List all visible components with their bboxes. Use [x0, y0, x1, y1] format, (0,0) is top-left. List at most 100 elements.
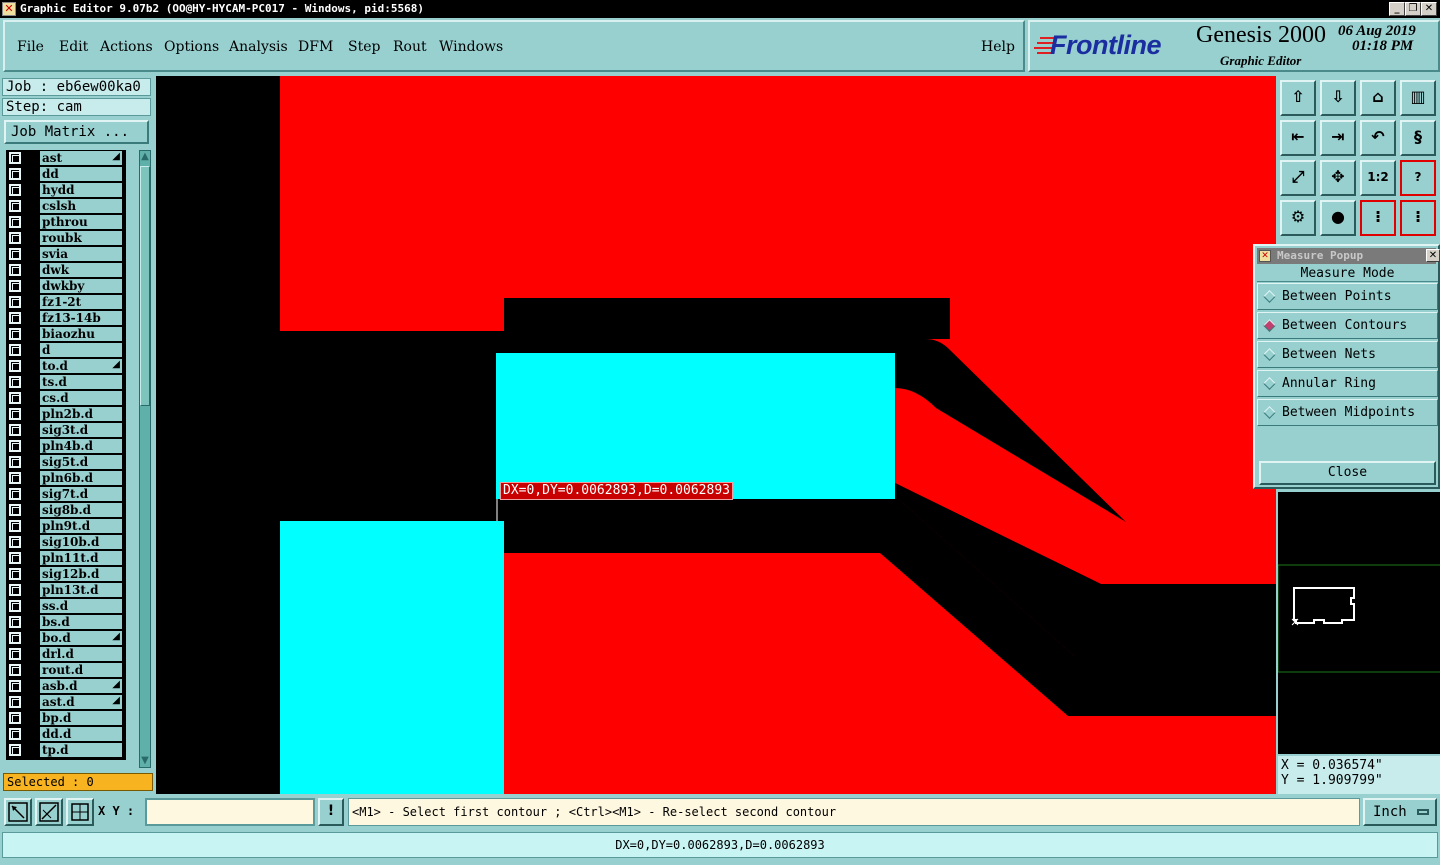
layer-row[interactable]: hydd [6, 182, 126, 198]
layer-checkbox[interactable] [9, 680, 21, 692]
layer-name[interactable]: cs.d [40, 391, 122, 406]
graphic-canvas[interactable]: DX=0,DY=0.0062893,D=0.0062893 [156, 76, 1276, 794]
layer-name[interactable]: sig3t.d [40, 423, 122, 438]
menu-file[interactable]: File [17, 39, 44, 55]
layer-checkbox[interactable] [9, 664, 21, 676]
layer-row[interactable]: dd [6, 166, 126, 182]
menu-actions[interactable]: Actions [100, 39, 153, 55]
layer-name[interactable]: to.d ◢ [40, 359, 122, 374]
layer-name[interactable]: sig10b.d [40, 535, 122, 550]
layer-checkbox[interactable] [9, 616, 21, 628]
layer-checkbox[interactable] [9, 200, 21, 212]
layer-row[interactable]: bp.d [6, 710, 126, 726]
layer-name[interactable]: fz13-14b [40, 311, 122, 326]
layer-checkbox[interactable] [9, 552, 21, 564]
grid-icon[interactable] [66, 798, 94, 826]
popup-close-icon[interactable]: ✕ [1426, 249, 1440, 262]
snap-icon[interactable] [4, 798, 32, 826]
layer-name[interactable]: ts.d [40, 375, 122, 390]
layer-name[interactable]: d [40, 343, 122, 358]
home-icon[interactable]: ⌂ [1360, 80, 1396, 116]
layer-row[interactable]: ast ◢ [6, 150, 126, 166]
layer-checkbox[interactable] [9, 424, 21, 436]
layer-name[interactable]: biaozhu [40, 327, 122, 342]
layer-row[interactable]: pln4b.d [6, 438, 126, 454]
layer-row[interactable]: sig7t.d [6, 486, 126, 502]
layer-checkbox[interactable] [9, 312, 21, 324]
layer-checkbox[interactable] [9, 376, 21, 388]
minimize-button[interactable]: _ [1389, 2, 1405, 16]
layers-icon[interactable]: ⁝ [1400, 200, 1436, 236]
menu-windows[interactable]: Windows [439, 39, 503, 55]
save-up-icon[interactable]: ⇧ [1280, 80, 1316, 116]
layer-checkbox[interactable] [9, 648, 21, 660]
option-between-points[interactable]: Between Points [1257, 283, 1438, 310]
layer-name[interactable]: ss.d [40, 599, 122, 614]
layer-row[interactable]: bs.d [6, 614, 126, 630]
layer-name[interactable]: pln2b.d [40, 407, 122, 422]
layer-name[interactable]: svia [40, 247, 122, 262]
layer-row[interactable]: dd.d [6, 726, 126, 742]
layer-checkbox[interactable] [9, 536, 21, 548]
layer-checkbox[interactable] [9, 456, 21, 468]
layer-row[interactable]: tp.d [6, 742, 126, 758]
pan-right-icon[interactable]: ⇥ [1320, 120, 1356, 156]
layer-row[interactable]: sig3t.d [6, 422, 126, 438]
layer-name[interactable]: sig12b.d [40, 567, 122, 582]
layer-row[interactable]: pln6b.d [6, 470, 126, 486]
xy-input[interactable] [145, 798, 315, 826]
layer-row[interactable]: pln9t.d [6, 518, 126, 534]
layer-name[interactable]: bs.d [40, 615, 122, 630]
popup-close-button[interactable]: Close [1259, 461, 1436, 485]
layer-name[interactable]: pln6b.d [40, 471, 122, 486]
layer-checkbox[interactable] [9, 472, 21, 484]
layer-row[interactable]: sig5t.d [6, 454, 126, 470]
layer-checkbox[interactable] [9, 216, 21, 228]
save-down-icon[interactable]: ⇩ [1320, 80, 1356, 116]
layer-checkbox[interactable] [9, 280, 21, 292]
option-between-nets[interactable]: Between Nets [1257, 341, 1438, 368]
layer-checkbox[interactable] [9, 728, 21, 740]
job-matrix-button[interactable]: Job Matrix ... [4, 120, 149, 144]
layer-row[interactable]: sig10b.d [6, 534, 126, 550]
layer-checkbox[interactable] [9, 152, 21, 164]
layer-row[interactable]: svia [6, 246, 126, 262]
layer-name[interactable]: pln13t.d [40, 583, 122, 598]
layer-row[interactable]: ss.d [6, 598, 126, 614]
menu-help[interactable]: Help [981, 39, 1015, 55]
layer-name[interactable]: fz1-2t [40, 295, 122, 310]
layer-name[interactable]: dwk [40, 263, 122, 278]
menu-dfm[interactable]: DFM [298, 39, 333, 55]
layer-row[interactable]: to.d ◢ [6, 358, 126, 374]
layer-checkbox[interactable] [9, 392, 21, 404]
layer-checkbox[interactable] [9, 360, 21, 372]
layer-row[interactable]: bo.d ◢ [6, 630, 126, 646]
layers-red-icon[interactable]: ⁝ [1360, 200, 1396, 236]
close-window-button[interactable]: ✕ [1421, 2, 1437, 16]
measure-icon[interactable] [35, 798, 63, 826]
scale-icon[interactable]: 1:2 [1360, 160, 1396, 196]
scroll-down-icon[interactable]: ▼ [140, 755, 150, 767]
layer-name[interactable]: sig5t.d [40, 455, 122, 470]
tools-icon[interactable]: ⚙ [1280, 200, 1316, 236]
layer-checkbox[interactable] [9, 344, 21, 356]
layer-row[interactable]: fz1-2t [6, 294, 126, 310]
popup-title[interactable]: Measure Popup [1257, 248, 1436, 264]
layer-checkbox[interactable] [9, 712, 21, 724]
option-between-contours[interactable]: Between Contours [1257, 312, 1438, 339]
layer-checkbox[interactable] [9, 632, 21, 644]
layer-name[interactable]: dwkby [40, 279, 122, 294]
help-icon[interactable]: ? [1400, 160, 1436, 196]
layer-row[interactable]: ast.d ◢ [6, 694, 126, 710]
layer-checkbox[interactable] [9, 168, 21, 180]
layer-name[interactable]: ast ◢ [40, 151, 122, 166]
layer-row[interactable]: fz13-14b [6, 310, 126, 326]
layer-name[interactable]: sig8b.d [40, 503, 122, 518]
layer-name[interactable]: ast.d ◢ [40, 695, 122, 710]
layer-checkbox[interactable] [9, 408, 21, 420]
zoom-back-icon[interactable]: ↶ [1360, 120, 1396, 156]
layer-name[interactable]: pthrou [40, 215, 122, 230]
layer-name[interactable]: sig7t.d [40, 487, 122, 502]
pan-left-icon[interactable]: ⇤ [1280, 120, 1316, 156]
layer-row[interactable]: cs.d [6, 390, 126, 406]
